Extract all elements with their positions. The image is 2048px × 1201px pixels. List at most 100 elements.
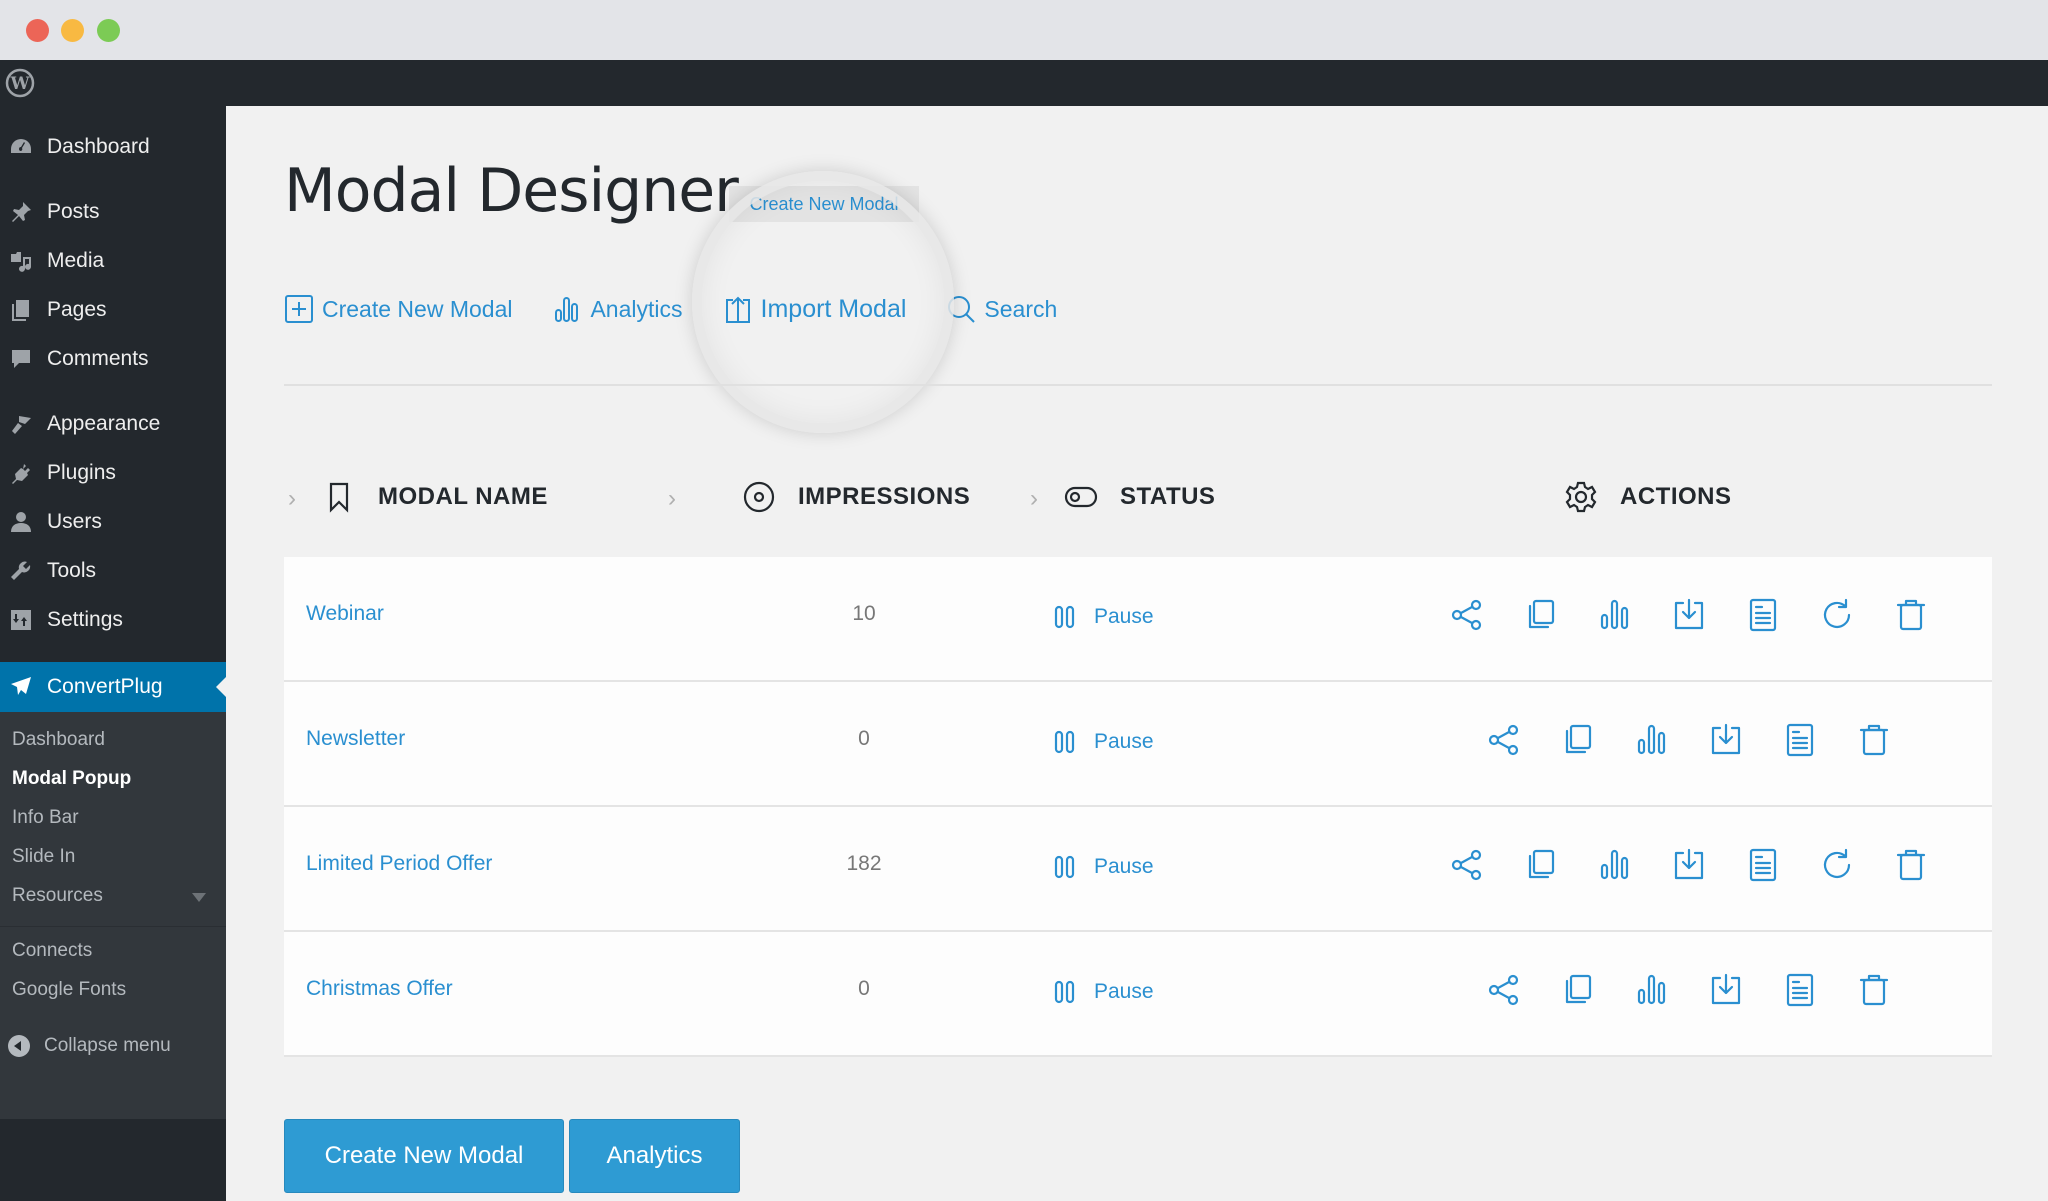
sidebar-item-convertplug[interactable]: ConvertPlug bbox=[0, 662, 226, 712]
column-header-status[interactable]: STATUS bbox=[1064, 471, 1215, 523]
submenu-item-info-bar[interactable]: Info Bar bbox=[12, 807, 79, 829]
title-create-new-button[interactable]: Create New Modal bbox=[729, 186, 919, 222]
details-action-button[interactable] bbox=[1745, 847, 1781, 883]
maximize-window-button[interactable] bbox=[97, 19, 120, 42]
sidebar-item-tools[interactable]: Tools bbox=[0, 551, 226, 591]
modal-name-link[interactable]: Newsletter bbox=[306, 727, 405, 751]
table-header: › MODAL NAME › IMPRESSIONS › STATUS ACTI… bbox=[284, 471, 1992, 523]
submenu-item-slide-in[interactable]: Slide In bbox=[12, 846, 75, 868]
sidebar-item-plugins[interactable]: Plugins bbox=[0, 453, 226, 493]
sidebar-item-appearance[interactable]: Appearance bbox=[0, 404, 226, 444]
reset-action-button[interactable] bbox=[1819, 597, 1855, 633]
modals-table: Webinar 10 Pause Newsletter 0 Pause Limited Pe… bbox=[284, 557, 1992, 1057]
pause-toggle[interactable]: Pause bbox=[1054, 730, 1154, 754]
refresh-icon bbox=[1823, 598, 1851, 628]
delete-action-button[interactable] bbox=[1893, 597, 1929, 633]
column-header-impressions[interactable]: IMPRESSIONS bbox=[742, 471, 970, 523]
analytics-button[interactable]: Analytics bbox=[569, 1119, 740, 1193]
sidebar-item-settings[interactable]: Settings bbox=[0, 600, 226, 640]
export-action-button[interactable] bbox=[1708, 972, 1744, 1008]
chevron-right-icon: › bbox=[668, 485, 676, 512]
modal-name-link[interactable]: Christmas Offer bbox=[306, 977, 453, 1001]
analytics-action-button[interactable] bbox=[1597, 597, 1633, 633]
sidebar-item-pages[interactable]: Pages bbox=[0, 290, 226, 330]
pause-icon bbox=[1054, 730, 1075, 754]
duplicate-action-button[interactable] bbox=[1523, 847, 1559, 883]
share-icon bbox=[1451, 849, 1482, 881]
pages-icon bbox=[8, 297, 34, 323]
delete-action-button[interactable] bbox=[1856, 972, 1892, 1008]
trash-icon bbox=[1896, 599, 1926, 631]
submenu-item-google-fonts[interactable]: Google Fonts bbox=[12, 979, 126, 1001]
table-row: Newsletter 0 Pause bbox=[284, 682, 1992, 807]
delete-action-button[interactable] bbox=[1893, 847, 1929, 883]
paper-plane-icon bbox=[8, 674, 34, 700]
analytics-action-button[interactable] bbox=[1634, 972, 1670, 1008]
details-action-button[interactable] bbox=[1782, 722, 1818, 758]
minimize-window-button[interactable] bbox=[61, 19, 84, 42]
pause-toggle[interactable]: Pause bbox=[1054, 855, 1154, 879]
pause-icon bbox=[1054, 605, 1075, 629]
duplicate-action-button[interactable] bbox=[1523, 597, 1559, 633]
details-action-button[interactable] bbox=[1782, 972, 1818, 1008]
share-action-button[interactable] bbox=[1486, 722, 1522, 758]
delete-action-button[interactable] bbox=[1856, 722, 1892, 758]
media-icon bbox=[8, 248, 34, 274]
duplicate-icon bbox=[1565, 974, 1592, 1004]
analytics-action-button[interactable] bbox=[1597, 847, 1633, 883]
create-new-modal-button[interactable]: Create New Modal bbox=[284, 1119, 564, 1193]
trash-icon bbox=[1859, 724, 1889, 756]
collapse-menu-button[interactable]: Collapse menu bbox=[8, 1035, 171, 1057]
download-icon bbox=[1711, 723, 1741, 755]
impressions-value: 0 bbox=[858, 727, 870, 750]
chevron-right-icon: › bbox=[288, 485, 296, 512]
pause-toggle[interactable]: Pause bbox=[1054, 605, 1154, 629]
chevron-down-icon[interactable] bbox=[192, 893, 206, 902]
collapse-menu-label: Collapse menu bbox=[44, 1035, 171, 1056]
sidebar-item-media[interactable]: Media bbox=[0, 241, 226, 281]
share-action-button[interactable] bbox=[1449, 597, 1485, 633]
sidebar-item-comments[interactable]: Comments bbox=[0, 339, 226, 379]
import-modal-link[interactable]: Import Modal bbox=[723, 294, 906, 324]
share-icon bbox=[1488, 974, 1519, 1006]
share-action-button[interactable] bbox=[1449, 847, 1485, 883]
duplicate-action-button[interactable] bbox=[1560, 972, 1596, 1008]
share-action-button[interactable] bbox=[1486, 972, 1522, 1008]
column-header-modal-name[interactable]: MODAL NAME bbox=[322, 471, 548, 523]
export-action-button[interactable] bbox=[1671, 597, 1707, 633]
submenu-item-modal-popup[interactable]: Modal Popup bbox=[12, 768, 131, 790]
status-label: Pause bbox=[1094, 605, 1154, 628]
impressions-value: 10 bbox=[852, 602, 876, 625]
analytics-link[interactable]: Analytics bbox=[552, 294, 683, 324]
reset-action-button[interactable] bbox=[1819, 847, 1855, 883]
impressions-value: 182 bbox=[846, 852, 882, 875]
duplicate-icon bbox=[1528, 599, 1555, 629]
duplicate-action-button[interactable] bbox=[1560, 722, 1596, 758]
sidebar-item-label: Comments bbox=[47, 347, 149, 370]
active-indicator bbox=[216, 677, 226, 697]
status-label: Pause bbox=[1094, 980, 1154, 1003]
modal-name-link[interactable]: Webinar bbox=[306, 602, 384, 626]
pause-icon bbox=[1054, 855, 1075, 879]
sidebar-item-users[interactable]: Users bbox=[0, 502, 226, 542]
pause-toggle[interactable]: Pause bbox=[1054, 980, 1154, 1004]
submenu-item-connects[interactable]: Connects bbox=[12, 940, 92, 962]
wordpress-logo-icon[interactable]: W bbox=[5, 68, 35, 98]
close-window-button[interactable] bbox=[26, 19, 49, 42]
details-action-button[interactable] bbox=[1745, 597, 1781, 633]
toolbar-divider bbox=[284, 384, 1992, 386]
analytics-action-button[interactable] bbox=[1634, 722, 1670, 758]
modal-name-link[interactable]: Limited Period Offer bbox=[306, 852, 492, 876]
trash-icon bbox=[1859, 974, 1889, 1006]
submenu-item-resources[interactable]: Resources bbox=[12, 885, 103, 907]
search-link[interactable]: Search bbox=[946, 294, 1057, 324]
create-new-modal-link[interactable]: Create New Modal bbox=[284, 294, 512, 324]
sidebar-item-dashboard[interactable]: Dashboard bbox=[0, 127, 226, 167]
bar-chart-icon bbox=[1600, 849, 1629, 880]
user-icon bbox=[8, 509, 34, 535]
export-action-button[interactable] bbox=[1708, 722, 1744, 758]
sidebar-item-posts[interactable]: Posts bbox=[0, 192, 226, 232]
export-action-button[interactable] bbox=[1671, 847, 1707, 883]
window-titlebar bbox=[0, 0, 2048, 60]
submenu-item-dashboard[interactable]: Dashboard bbox=[12, 729, 105, 751]
